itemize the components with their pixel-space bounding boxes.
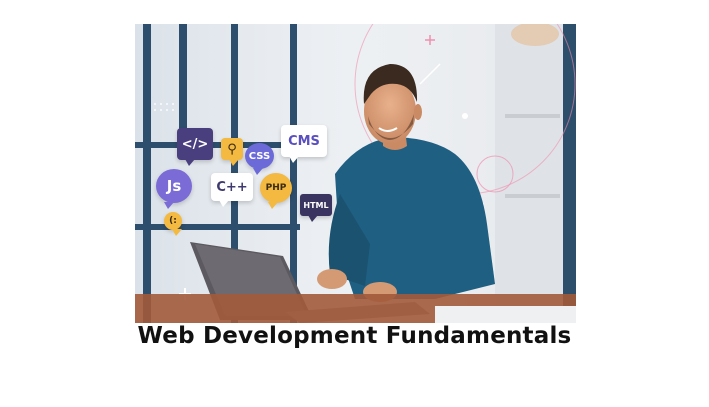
emoji-badge: (: [164, 212, 182, 236]
cpp-label: C++ [216, 179, 248, 195]
code-tag-label: </> [181, 136, 209, 152]
cms-label: CMS [288, 133, 320, 149]
hero-illustration [135, 24, 576, 323]
hero-image: </> ⚲ CSS CMS Js C++ PHP HTML (: [135, 24, 576, 323]
cms-badge: CMS [281, 125, 327, 163]
html-badge: HTML [300, 194, 332, 222]
php-label: PHP [265, 183, 287, 193]
html-label: HTML [303, 200, 329, 210]
search-badge: ⚲ [221, 138, 243, 166]
js-label: Js [166, 177, 182, 195]
cpp-badge: C++ [211, 173, 253, 207]
js-badge: Js [156, 169, 192, 209]
css-badge: CSS [245, 143, 274, 175]
code-tag-badge: </> [177, 128, 213, 166]
emoji-label: (: [169, 216, 177, 226]
php-badge: PHP [260, 173, 292, 209]
course-title: Web Development Fundamentals [137, 323, 572, 349]
search-icon: ⚲ [227, 141, 237, 157]
css-label: CSS [248, 150, 271, 162]
